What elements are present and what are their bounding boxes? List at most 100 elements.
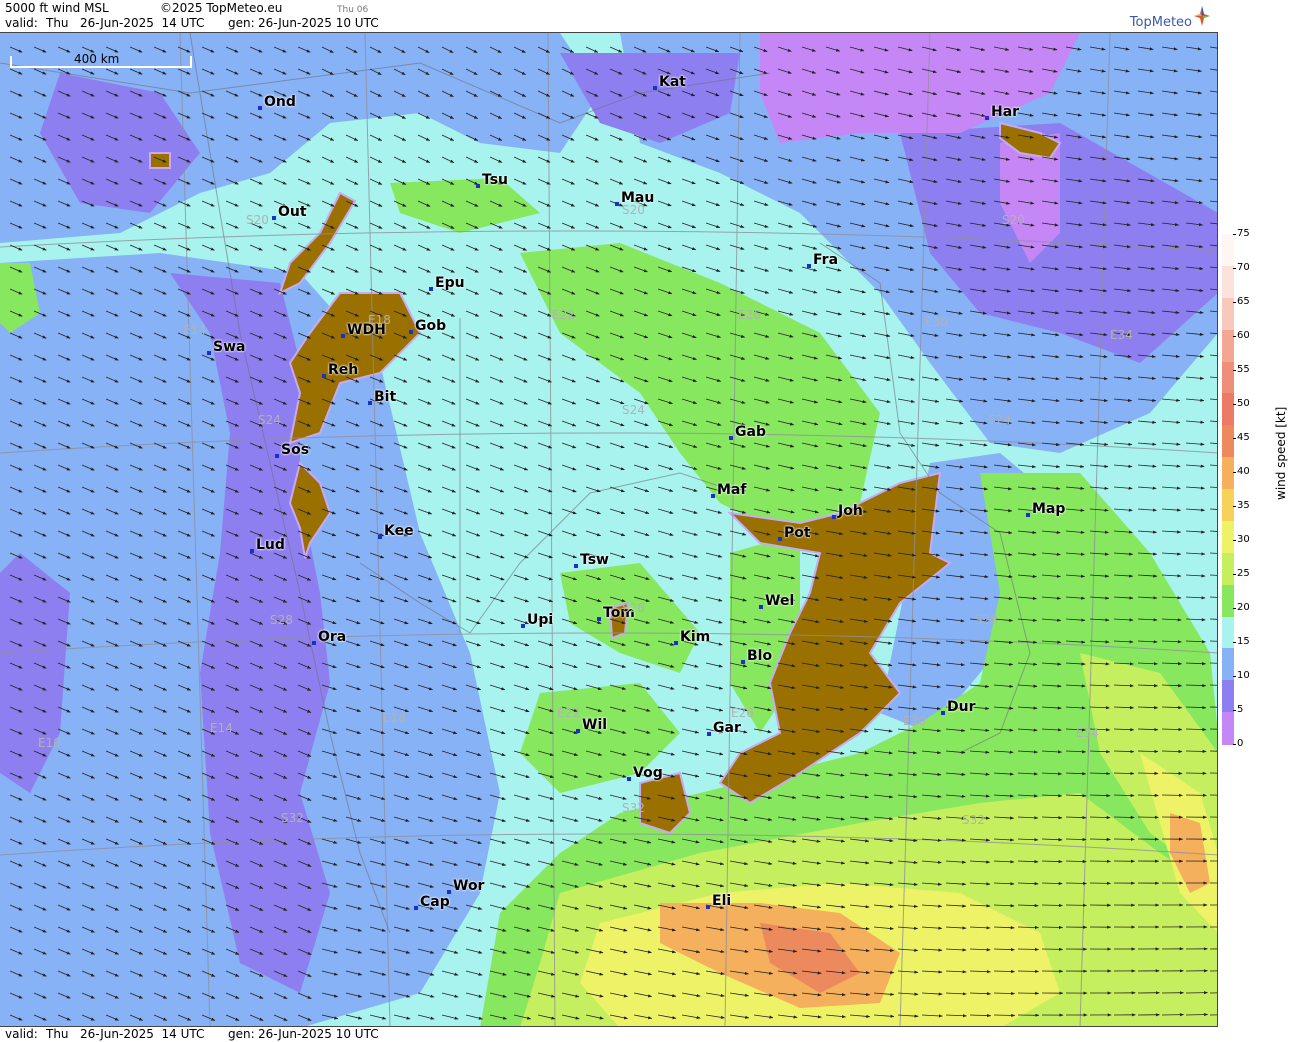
city-marker-icon [985,116,989,120]
wind-arrow [1137,793,1159,798]
city-maf: Maf [711,482,746,498]
legend-tick-label: 75 [1233,228,1250,239]
graticule-label: E26 [738,308,761,322]
wind-arrow [1017,947,1039,952]
legend-color-segment [1222,616,1234,650]
legend-tick-label: 0 [1232,738,1244,749]
city-name: Gar [713,720,741,736]
legend-color-segment [1222,712,1234,745]
city-marker-icon [207,351,211,355]
copyright-text: ©2025 TopMeteo.eu [160,1,283,15]
legend-color-segment [1222,265,1234,299]
city-marker-icon [674,641,678,645]
graticule-label: S32 [622,801,645,815]
legend-tick-label: 40 [1233,466,1250,477]
legend-tick-label: 45 [1233,432,1250,443]
city-name: Ora [318,629,347,645]
valid-time: Thu 26-Jun-2025 14 UTC [46,16,205,30]
city-marker-icon [322,374,326,378]
city-name: Blo [747,648,773,664]
compass-star-icon [1194,6,1210,26]
city-kee: Kee [378,523,414,539]
city-name: Upi [527,612,554,628]
city-ora: Ora [312,629,346,645]
graticule-label: S24 [258,413,281,427]
wind-arrow [1185,1012,1209,1017]
legend-tick-label: 60 [1233,330,1250,341]
wind-field-svg [0,33,1217,1026]
city-name: Vog [633,765,663,781]
city-wor: Wor [447,878,484,894]
city-marker-icon [706,905,710,909]
city-joh: Joh [832,503,863,519]
city-pot: Pot [778,525,811,541]
city-gab: Gab [729,424,766,440]
city-marker-icon [615,202,619,206]
footer-gen-label: gen: [228,1027,255,1041]
city-name: Wor [453,878,485,894]
city-marker-icon [414,906,418,910]
city-reh: Reh [322,362,358,378]
legend-color-segment [1222,329,1234,363]
legend-color-segment [1222,520,1234,554]
wind-arrow [1161,771,1183,776]
distance-scale: 400 km [10,52,192,68]
graticule-label: S32 [281,811,304,825]
city-name: Wel [765,593,795,609]
graticule-label: S28 [270,613,293,627]
city-marker-icon [627,777,631,781]
city-marker-icon [409,330,413,334]
legend-tick-label: 35 [1233,500,1250,511]
city-name: Epu [435,275,465,291]
legend-colorbar [1222,234,1234,745]
city-sos: Sos [275,442,309,458]
city-blo: Blo [741,648,772,664]
wind-map[interactable]: 400 km Kat Ond Har Tsu Mau Out Fra Epu WDH Gob Swa… [0,32,1218,1027]
city-vog: Vog [627,765,663,781]
city-wil: Wil [576,717,607,733]
city-marker-icon [272,216,276,220]
city-name: Reh [328,362,359,378]
legend-tick-label: 5 [1232,704,1244,715]
graticule-label: S28 [622,601,645,615]
city-name: Kim [680,629,711,645]
city-marker-icon [741,660,745,664]
city-marker-icon [476,184,480,188]
city-name: Cap [420,894,450,910]
city-marker-icon [275,454,279,458]
graticule-label: S20 [246,213,269,227]
city-name: Wil [582,717,608,733]
wind-arrow [1041,925,1063,930]
city-bit: Bit [368,389,396,405]
city-name: Eli [712,893,732,909]
city-name: Joh [838,503,863,519]
legend-tick-label: 65 [1233,296,1250,307]
city-name: Gab [735,424,766,440]
city-marker-icon [576,729,580,733]
legend-color-segment [1222,680,1234,714]
legend-tick-label: 20 [1233,602,1250,613]
footer-valid-time: Thu 26-Jun-2025 14 UTC [46,1027,205,1041]
city-swa: Swa [207,339,245,355]
city-marker-icon [597,617,601,621]
city-name: Kee [384,523,414,539]
city-eli: Eli [706,893,731,909]
city-epu: Epu [429,275,465,291]
legend-tick-label: 70 [1233,262,1250,273]
footer-bar: valid: Thu 26-Jun-2025 14 UTC gen: 26-Ju… [0,1027,1218,1042]
city-name: Sos [281,442,310,458]
city-name: Map [1032,501,1066,517]
city-name: Kat [659,74,686,90]
wind-arrow [1209,750,1217,752]
city-marker-icon [250,549,254,553]
graticule-label: E22 [557,706,580,720]
terrain-ondangwa [149,152,171,169]
product-title: 5000 ft wind MSL [5,1,109,15]
city-marker-icon [574,564,578,568]
wind-arrow [1065,881,1087,886]
city-marker-icon [707,732,711,736]
city-marker-icon [807,264,811,268]
city-marker-icon [258,106,262,110]
city-marker-icon [941,711,945,715]
header-bar: 5000 ft wind MSL ©2025 TopMeteo.eu Thu 0… [0,0,1218,32]
